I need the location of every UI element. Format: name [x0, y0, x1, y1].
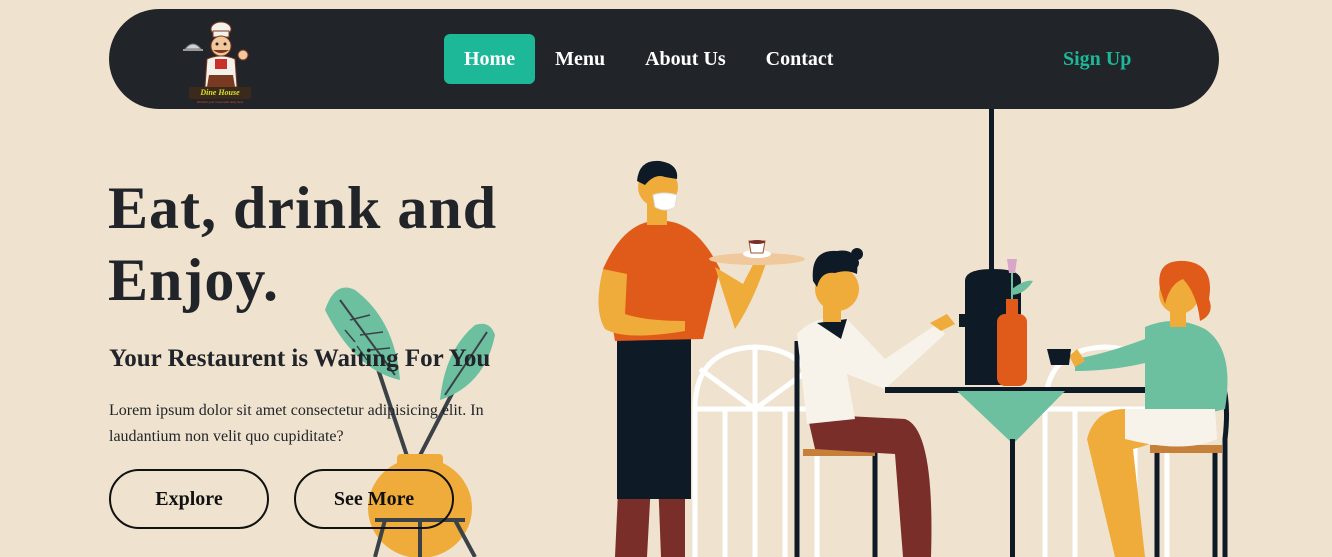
hero-subtitle: Your Restaurent is Waiting For You: [109, 345, 491, 372]
nav-about-us[interactable]: About Us: [625, 34, 746, 84]
restaurant-scene-illustration: [598, 109, 1230, 557]
chef-mascot-icon: [183, 21, 249, 88]
explore-button[interactable]: Explore: [109, 469, 269, 529]
nav-links: Home Menu About Us Contact: [444, 34, 853, 84]
hero-title: Eat, drink and Enjoy.: [108, 172, 568, 316]
navbar: Dine House Refresh your mood with tasty …: [109, 9, 1219, 109]
hero-title-line1: Eat, drink and: [108, 175, 498, 241]
logo[interactable]: Dine House Refresh your mood with tasty …: [179, 15, 259, 105]
nav-home[interactable]: Home: [444, 34, 536, 84]
logo-tagline: Refresh your mood with tasty food: [197, 100, 243, 104]
nav-menu[interactable]: Menu: [535, 34, 625, 84]
hero-description: Lorem ipsum dolor sit amet consectetur a…: [109, 402, 484, 445]
waiter-figure: [598, 160, 805, 557]
hero-title-line2: Enjoy.: [108, 247, 280, 313]
logo-name: Dine House: [199, 88, 240, 97]
see-more-button[interactable]: See More: [294, 469, 454, 529]
nav-contact[interactable]: Contact: [746, 34, 854, 84]
seated-man-figure: [794, 248, 955, 557]
sign-up-link[interactable]: Sign Up: [1063, 34, 1131, 84]
